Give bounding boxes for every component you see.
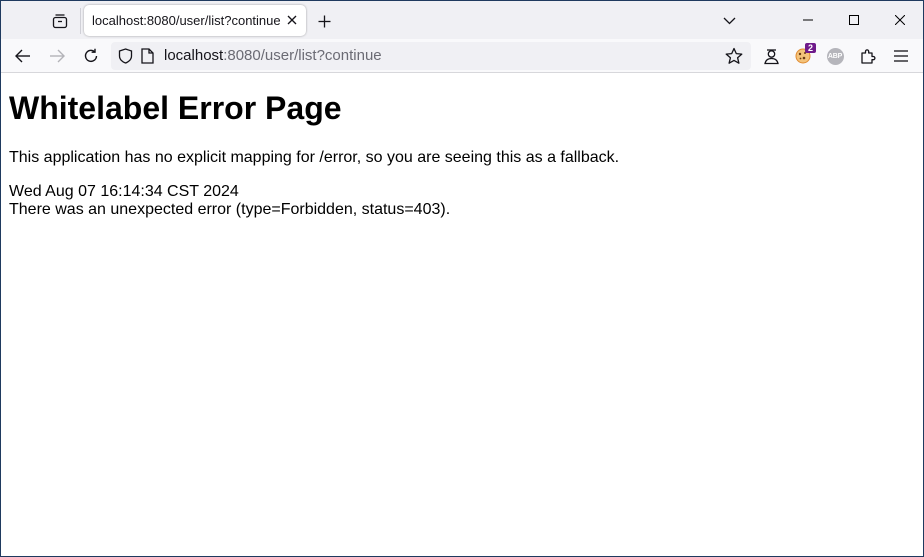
- tab-title: localhost:8080/user/list?continue: [92, 13, 281, 28]
- puzzle-icon[interactable]: [854, 42, 882, 70]
- plus-icon[interactable]: [312, 9, 336, 33]
- chevron-down-icon[interactable]: [717, 9, 741, 33]
- extension-badge: 2: [804, 43, 816, 53]
- adblock-icon[interactable]: ABP: [821, 42, 849, 70]
- tab-separator: [80, 8, 81, 34]
- minimize-icon[interactable]: [785, 1, 831, 39]
- browser-tab-active[interactable]: localhost:8080/user/list?continue: [84, 5, 306, 36]
- tab-overview-icon[interactable]: [47, 8, 73, 34]
- reload-icon[interactable]: [77, 42, 105, 70]
- maximize-icon[interactable]: [831, 1, 877, 39]
- url-path: :8080/user/list?continue: [223, 47, 382, 64]
- url-host: localhost: [164, 47, 224, 64]
- account-icon[interactable]: [757, 42, 785, 70]
- address-bar[interactable]: localhost:8080/user/list?continue: [111, 42, 751, 70]
- browser-window: localhost:8080/user/list?continue localh…: [0, 0, 924, 557]
- adblock-label: ABP: [826, 47, 844, 65]
- shield-icon[interactable]: [118, 48, 133, 69]
- error-message: This application has no explicit mapping…: [9, 149, 620, 166]
- error-details: Wed Aug 07 16:14:34 CST 2024 There was a…: [9, 183, 915, 219]
- tab-strip: localhost:8080/user/list?continue: [1, 1, 923, 39]
- close-icon[interactable]: [284, 12, 300, 28]
- back-arrow-icon[interactable]: [9, 42, 37, 70]
- forward-arrow-icon[interactable]: [43, 42, 71, 70]
- page-icon[interactable]: [141, 48, 154, 69]
- page-content: Whitelabel Error Page This application h…: [1, 74, 923, 556]
- close-icon[interactable]: [877, 1, 923, 39]
- navigation-toolbar: localhost:8080/user/list?continue 2 ABP: [1, 39, 923, 73]
- page-title: Whitelabel Error Page: [9, 90, 342, 126]
- error-timestamp: Wed Aug 07 16:14:34 CST 2024: [9, 183, 239, 200]
- star-icon[interactable]: [725, 47, 743, 70]
- error-status: There was an unexpected error (type=Forb…: [9, 201, 451, 218]
- url-text[interactable]: localhost:8080/user/list?continue: [164, 48, 382, 64]
- hamburger-menu-icon[interactable]: [887, 42, 915, 70]
- cookie-icon[interactable]: 2: [789, 42, 817, 70]
